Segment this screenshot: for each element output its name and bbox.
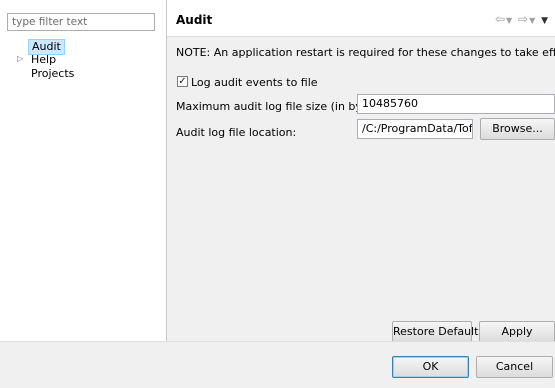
- log-audit-label: Log audit events to file: [191, 76, 318, 89]
- max-size-field[interactable]: 10485760: [357, 94, 555, 114]
- tree-item-label: Projects: [31, 67, 75, 80]
- expand-arrow-icon[interactable]: ▷: [17, 54, 23, 63]
- restore-defaults-button[interactable]: Restore Defaults: [392, 321, 484, 343]
- page-title: Audit: [176, 13, 213, 27]
- cancel-button[interactable]: Cancel: [476, 356, 553, 378]
- location-label: Audit log file location:: [176, 126, 297, 139]
- apply-button[interactable]: Apply: [479, 321, 555, 343]
- back-arrow-icon[interactable]: ⇦: [495, 12, 506, 26]
- tree-item-projects[interactable]: Projects: [31, 67, 74, 81]
- forward-arrow-icon[interactable]: ⇨: [518, 12, 529, 26]
- tree-item-label: Help: [31, 53, 57, 66]
- view-menu-icon[interactable]: ▼: [541, 16, 549, 26]
- max-size-label: Maximum audit log file size (in bytes):: [176, 100, 387, 113]
- location-field[interactable]: /C:/ProgramData/Tofi: [357, 119, 473, 139]
- filter-input[interactable]: type filter text: [7, 13, 155, 31]
- log-audit-checkbox[interactable]: ✓: [177, 76, 188, 87]
- page-header: Audit ⇦▼ ⇨▼ ▼: [167, 0, 555, 37]
- dialog-button-bar: OK Cancel: [0, 341, 555, 388]
- tree-item-help[interactable]: Help: [31, 53, 56, 67]
- dropdown-icon[interactable]: ▼: [529, 16, 536, 25]
- restart-note: NOTE: An application restart is required…: [176, 46, 555, 59]
- preference-page: Audit ⇦▼ ⇨▼ ▼ NOTE: An application resta…: [167, 0, 555, 343]
- browse-button[interactable]: Browse...: [480, 118, 555, 140]
- page-navigation: ⇦▼ ⇨▼ ▼: [495, 12, 549, 26]
- tree-item-label: Audit: [32, 40, 61, 53]
- ok-button[interactable]: OK: [392, 356, 469, 378]
- preferences-tree-panel: type filter text Audit ▷ Help Projects: [0, 0, 167, 341]
- dropdown-icon[interactable]: ▼: [506, 16, 513, 25]
